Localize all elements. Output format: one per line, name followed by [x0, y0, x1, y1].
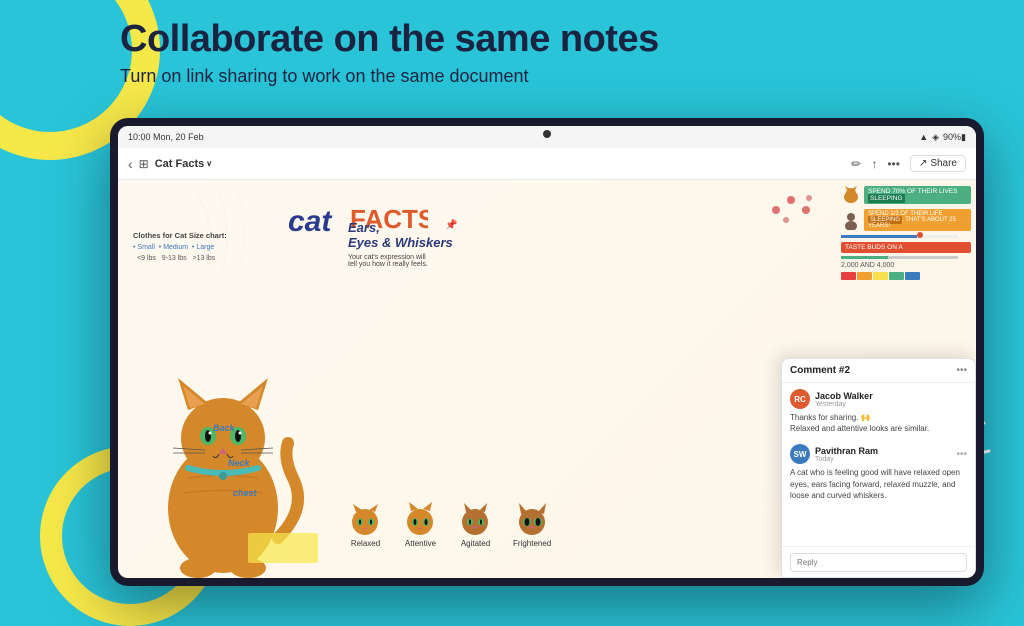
- share-button[interactable]: ↗ Share: [910, 155, 966, 172]
- comment-time-1: Yesterday: [815, 401, 967, 408]
- cat-face-frightened: Frightened: [513, 502, 551, 548]
- comment-reply-box: [782, 546, 975, 577]
- paw-prints: [761, 190, 821, 235]
- note-canvas[interactable]: cat FACTS: [118, 180, 976, 578]
- yellow-highlight-box: [248, 533, 318, 563]
- share-icon: ↗: [919, 158, 927, 169]
- toolbar-icons: ✏ ↑ ••• ↗ Share: [851, 155, 966, 172]
- comment-user-row-1: RC Jacob Walker Yesterday: [790, 389, 967, 409]
- sub-title: Turn on link sharing to work on the same…: [120, 66, 944, 87]
- tablet-wrapper: 10:00 Mon, 20 Feb ▲ ◈ 90%▮ ‹ ⊞ Cat Facts…: [110, 118, 984, 586]
- cat-face-attentive: Attentive: [403, 502, 438, 548]
- more-icon[interactable]: •••: [887, 157, 900, 171]
- cat-size-chart: Clothes for Cat Size chart: • Small • Me…: [133, 230, 227, 264]
- info-bar-1: SPEND 70% OF THEIR LIVES SLEEPING: [864, 186, 971, 204]
- comment-header: Comment #2 •••: [782, 359, 975, 383]
- wifi-icon: ◈: [932, 132, 939, 143]
- content-area: cat FACTS: [118, 180, 976, 578]
- comment-time-2: Today: [815, 456, 951, 463]
- svg-text:cat: cat: [288, 205, 333, 238]
- comment-user-info-2: Pavithran Ram Today: [815, 446, 951, 463]
- comment-body: RC Jacob Walker Yesterday Thanks for sha…: [782, 383, 975, 546]
- body-label-neck: Neck: [228, 458, 250, 468]
- cat-face-agitated: Agitated: [458, 502, 493, 548]
- battery-indicator: 90%▮: [943, 132, 966, 143]
- avatar-sw: SW: [790, 444, 810, 464]
- tablet-device: 10:00 Mon, 20 Feb ▲ ◈ 90%▮ ‹ ⊞ Cat Facts…: [110, 118, 984, 586]
- document-title: Cat Facts ∨: [155, 158, 212, 170]
- tablet-screen: 10:00 Mon, 20 Feb ▲ ◈ 90%▮ ‹ ⊞ Cat Facts…: [118, 126, 976, 578]
- status-bar-right: ▲ ◈ 90%▮: [919, 132, 966, 143]
- export-icon[interactable]: ↑: [871, 157, 877, 171]
- comment-panel: Comment #2 ••• RC Jacob Walker Yest: [781, 358, 976, 578]
- comment-more-button[interactable]: •••: [956, 365, 967, 376]
- cat-face-relaxed: Relaxed: [348, 502, 383, 548]
- comment-title: Comment #2: [790, 365, 850, 376]
- share-label: Share: [930, 158, 957, 169]
- body-label-back: Back: [213, 423, 235, 433]
- edit-icon[interactable]: ✏: [851, 157, 861, 171]
- grid-icon[interactable]: ⊞: [139, 157, 149, 171]
- comment-username-1: Jacob Walker: [815, 391, 967, 401]
- info-bar-3: TASTE BUDS ON A: [841, 242, 971, 253]
- comment-text-2: A cat who is feeling good will have rela…: [790, 467, 967, 501]
- tablet-camera: [543, 130, 551, 138]
- signal-icon: ▲: [919, 132, 928, 142]
- info-bar-2: SPEND 1/3 OF THEIR LIFE SLEEPING, THAT'S…: [864, 209, 971, 231]
- comment-user-info-1: Jacob Walker Yesterday: [815, 391, 967, 408]
- progress-bar: [841, 235, 958, 238]
- cat-faces-row: Relaxed: [348, 502, 551, 548]
- reply-input[interactable]: [790, 553, 967, 572]
- color-bars: [841, 272, 971, 280]
- comment-username-2: Pavithran Ram: [815, 446, 951, 456]
- number-bar: [841, 256, 958, 259]
- comment-item-2: SW Pavithran Ram Today ••• A cat who is …: [790, 444, 967, 501]
- number-text: 2,000 AND 4,000: [841, 262, 971, 269]
- comment-item-1: RC Jacob Walker Yesterday Thanks for sha…: [790, 389, 967, 434]
- avatar-rc: RC: [790, 389, 810, 409]
- app-toolbar: ‹ ⊞ Cat Facts ∨ ✏ ↑ ••• ↗ Share: [118, 148, 976, 180]
- body-label-chest: chest: [233, 488, 257, 498]
- right-info-panel: SPEND 70% OF THEIR LIVES SLEEPING SPEND …: [841, 185, 971, 280]
- header-area: Collaborate on the same notes Turn on li…: [120, 18, 944, 87]
- main-title: Collaborate on the same notes: [120, 18, 944, 62]
- comment-text-1: Thanks for sharing. 🙌Relaxed and attenti…: [790, 412, 967, 434]
- ears-section: Ears, Eyes & Whiskers Your cat's express…: [348, 220, 453, 276]
- comment-user-row-2: SW Pavithran Ram Today •••: [790, 444, 967, 464]
- back-button[interactable]: ‹: [128, 156, 133, 172]
- status-time: 10:00 Mon, 20 Feb: [128, 132, 204, 142]
- comment-more-dots-2[interactable]: •••: [956, 449, 967, 460]
